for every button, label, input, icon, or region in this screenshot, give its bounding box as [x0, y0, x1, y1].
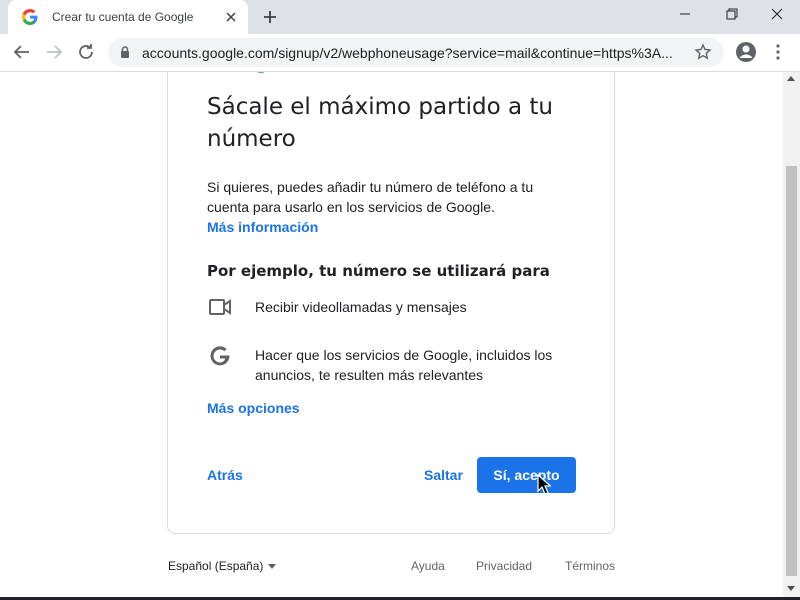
plus-icon[interactable]: [258, 6, 282, 28]
back-icon[interactable]: [10, 40, 34, 64]
address-bar[interactable]: accounts.google.com/signup/v2/webphoneus…: [108, 38, 724, 67]
accept-button[interactable]: Sí, acepto: [477, 457, 576, 493]
page-content: Sácale el máximo partido a tu número Si …: [0, 72, 783, 600]
minimize-icon[interactable]: [662, 0, 708, 30]
google-favicon-icon: [22, 9, 38, 25]
browser-toolbar: accounts.google.com/signup/v2/webphoneus…: [0, 34, 800, 72]
help-link[interactable]: Ayuda: [411, 559, 445, 573]
examples-subheading: Por ejemplo, tu número se utilizará para: [207, 262, 550, 280]
tab-title: Crear tu cuenta de Google: [52, 10, 194, 24]
browser-titlebar: Crear tu cuenta de Google: [0, 0, 800, 34]
skip-button[interactable]: Saltar: [424, 467, 463, 483]
scroll-up-icon[interactable]: [787, 76, 795, 81]
chevron-down-icon[interactable]: [268, 564, 276, 569]
scrollbar-thumb[interactable]: [786, 166, 797, 576]
item-videocalls-text: Recibir videollamadas y mensajes: [255, 299, 467, 315]
language-selector[interactable]: Español (España): [168, 559, 263, 573]
lock-icon[interactable]: [118, 45, 132, 59]
terms-link[interactable]: Términos: [565, 559, 615, 573]
back-button[interactable]: Atrás: [207, 467, 243, 483]
close-icon[interactable]: [222, 8, 240, 26]
description-text: Si quieres, puedes añadir tu número de t…: [207, 179, 534, 215]
item-relevance-text: Hacer que los servicios de Google, inclu…: [255, 347, 553, 383]
window-close-icon[interactable]: [754, 0, 800, 30]
scroll-down-icon[interactable]: [787, 586, 795, 591]
browser-tab[interactable]: Crear tu cuenta de Google: [8, 0, 248, 34]
star-icon[interactable]: [694, 43, 712, 61]
account-icon[interactable]: [734, 40, 758, 64]
google-g-icon: [210, 346, 230, 366]
more-icon[interactable]: [766, 40, 790, 64]
google-logo-partial: [257, 72, 265, 74]
vertical-scrollbar[interactable]: [783, 72, 800, 600]
more-options-link[interactable]: Más opciones: [207, 400, 300, 416]
mouse-cursor-icon: [537, 474, 551, 495]
forward-icon[interactable]: [42, 40, 66, 64]
restore-icon[interactable]: [708, 0, 754, 30]
video-camera-icon: [209, 299, 231, 315]
more-info-link[interactable]: Más información: [207, 219, 318, 235]
privacy-link[interactable]: Privacidad: [476, 559, 532, 573]
url-text[interactable]: accounts.google.com/signup/v2/webphoneus…: [142, 45, 678, 61]
reload-icon[interactable]: [74, 40, 98, 64]
page-title: Sácale el máximo partido a tu número: [207, 94, 553, 152]
